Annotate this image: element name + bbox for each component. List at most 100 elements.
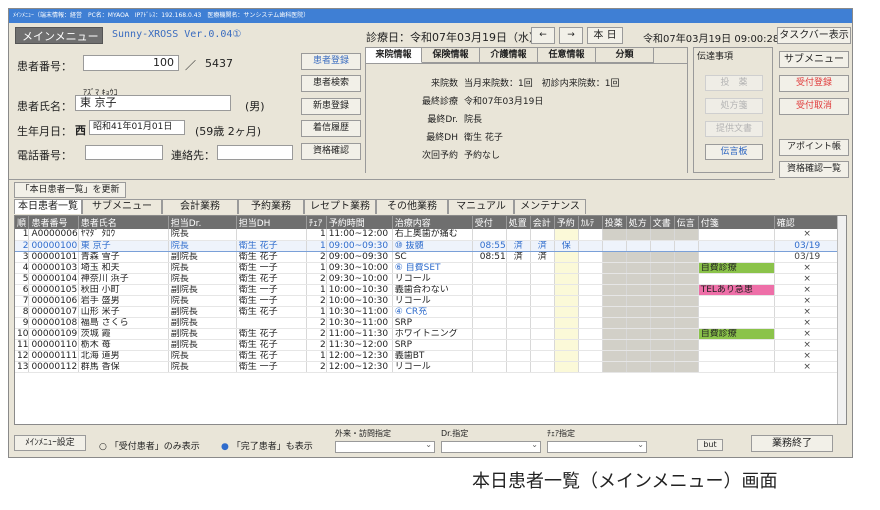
column-header[interactable]: 患者番号 [28,216,79,229]
table-row[interactable]: 7 00000106 岩手 盛男 院長 衛生 一子 2 10:00~10:30 リコール × [15,295,841,307]
column-header[interactable]: ﾁｪｱ [306,216,327,229]
next-day-button[interactable]: → [559,27,583,44]
column-header[interactable]: 受付 [472,216,507,229]
birthdate-field[interactable]: 昭和41年01月01日 [89,120,185,135]
column-header[interactable]: 順 [15,216,30,229]
refresh-list-button[interactable]: 「本日患者一覧」を更新 [14,182,126,198]
patient-search-button[interactable]: 患者検索 [301,75,361,92]
table-row[interactable]: 2 00000100 東 京子 院長 衛生 花子 1 09:00~09:30 ⑩ 抜髄 08:5… [15,239,841,252]
tab-accounting[interactable]: 会計業務 [162,199,238,214]
column-header[interactable]: 担当DH [236,216,307,229]
radio-reception-only[interactable]: ○ 「受付患者」のみ表示 [99,439,200,452]
table-cell [530,295,555,307]
tab-today-patients[interactable]: 本日患者一覧 [14,199,82,214]
table-row[interactable]: 8 00000107 山形 米子 副院長 衛生 花子 1 10:30~11:00 ④ CR充 × [15,306,841,318]
tab-care-info[interactable]: 介護情報 [480,48,538,63]
table-cell: 09:00~09:30 [326,251,393,263]
table-cell [602,273,627,285]
column-header[interactable]: 伝言 [674,216,699,229]
table-cell: 副院長 [168,284,237,296]
column-header[interactable]: 処置 [506,216,531,229]
filter-chair-dropdown[interactable]: ⌄ [547,440,647,453]
qualification-check-button[interactable]: 資格確認 [301,143,361,160]
filter-visit-label: 外来・訪問指定 [335,429,391,438]
column-header[interactable]: ｶﾙﾃ [578,216,603,229]
table-row[interactable]: 4 00000103 埼玉 和夫 院長 衛生 一子 1 09:30~10:00 ⑥ 自費SET… [15,262,841,274]
tab-insurance-info[interactable]: 保険情報 [422,48,480,63]
table-row[interactable]: 6 00000105 秋田 小町 副院長 衛生 一子 1 10:00~10:30 義歯合わない… [15,284,841,296]
call-history-button[interactable]: 着信履歴 [301,120,361,137]
column-header[interactable]: 会計 [530,216,555,229]
filter-dr-dropdown[interactable]: ⌄ [441,440,541,453]
reception-register-button[interactable]: 受付登録 [779,75,849,92]
tab-manual[interactable]: マニュアル [448,199,514,214]
table-cell [650,317,675,329]
era-selector[interactable]: 西 [75,122,86,138]
patient-no-field[interactable]: 100 [83,55,179,71]
message-board-button[interactable]: 伝言板 [705,144,763,160]
table-cell: 12:00~12:30 [326,350,393,362]
tab-category[interactable]: 分類 [596,48,654,63]
column-header[interactable]: 患者氏名 [78,216,169,229]
table-cell: 院長 [168,295,237,307]
tab-optional-info[interactable]: 任意情報 [538,48,596,63]
table-cell: 保 [554,239,579,252]
table-row[interactable]: 11 00000110 栃木 苺副院長 衛生 花子 2 11:30~12:00 SRP × [15,339,841,351]
table-row[interactable]: 3 00000101 青森 雪子 副院長 衛生 花子 2 09:00~09:30 SC 08:5… [15,251,841,263]
submenu-button[interactable]: サブメニュー [779,51,849,68]
column-header[interactable]: 処方 [626,216,651,229]
table-row[interactable]: 5 00000104 神奈川 浜子 院長 衛生 花子 2 09:30~10:00 リコール × [15,273,841,285]
table-cell [650,339,675,351]
appointment-book-button[interactable]: アポイント帳 [779,139,849,156]
table-cell: 12 [15,350,30,362]
column-header[interactable]: 担当Dr. [168,216,237,229]
table-cell [602,361,627,373]
table-cell: 衛生 一子 [236,361,307,373]
column-header[interactable]: 確認 [774,216,841,229]
table-row[interactable]: 12 00000111 北海 道男 院長 衛生 花子 1 12:00~12:30 義歯BT × [15,350,841,362]
column-header[interactable]: 予約 [554,216,579,229]
taskbar-toggle-button[interactable]: タスクバー表示 [777,27,851,44]
prescription-button[interactable]: 処方箋 [705,98,763,114]
table-cell [554,361,579,373]
reception-cancel-button[interactable]: 受付取消 [779,98,849,115]
prev-day-button[interactable]: ← [531,27,555,44]
today-button[interactable]: 本 日 [587,27,623,44]
tab-other-work[interactable]: その他業務 [376,199,448,214]
table-scrollbar[interactable] [837,216,846,424]
table-cell: 03/19 [774,251,841,263]
patient-name-field[interactable]: 東 京子 [75,95,231,111]
table-row[interactable]: 10 00000109 茨城 霞副院長 衛生 花子 2 11:00~11:30 ホワイトニン… [15,328,841,340]
table-cell: 栃木 苺 [78,339,169,351]
table-cell: × [774,350,841,362]
tab-visit-info[interactable]: 来院情報 [366,48,422,63]
document-button[interactable]: 提供文書 [705,121,763,137]
medication-button[interactable]: 投 薬 [705,75,763,91]
column-header[interactable]: 投薬 [602,216,627,229]
tab-maintenance[interactable]: メンテナンス [514,199,586,214]
radio-include-completed[interactable]: ● 「完了患者」も表示 [221,439,313,452]
contact-field[interactable] [217,145,293,160]
table-cell: 衛生 花子 [236,239,307,252]
column-header[interactable]: 予約時間 [326,216,393,229]
table-cell: 10:00~10:30 [326,295,393,307]
patient-register-button[interactable]: 患者登録 [301,53,361,70]
tel-field[interactable] [85,145,163,160]
menu-settings-button[interactable]: ﾒｲﾝﾒﾆｭｰ設定 [14,435,86,451]
filter-visit-dropdown[interactable]: ⌄ [335,440,435,453]
tab-submenu[interactable]: サブメニュー [82,199,162,214]
end-work-button[interactable]: 業務終了 [751,435,833,452]
tab-reservation[interactable]: 予約業務 [238,199,304,214]
but-button[interactable]: but [697,439,723,451]
tab-receipt[interactable]: レセプト業務 [304,199,376,214]
new-patient-button[interactable]: 新患登録 [301,98,361,115]
table-row[interactable]: 13 00000112 群馬 香保 院長 衛生 一子 2 12:00~12:30 リコール × [15,361,841,373]
table-cell: 東 京子 [78,239,169,252]
column-header[interactable]: 治療内容 [392,216,473,229]
column-header[interactable]: 付箋 [698,216,775,229]
patient-total: 5437 [205,57,233,70]
column-header[interactable]: 文書 [650,216,675,229]
table-row[interactable]: 1 A0000006 ﾔﾏﾀﾞ ﾀﾛｳ 院長 1 11:00~12:00 右上奥歯が痛む × [15,229,841,241]
qualification-list-button[interactable]: 資格確認一覧 [779,161,849,178]
table-row[interactable]: 9 00000108 福島 さくら 副院長 2 10:30~11:00 SRP × [15,317,841,329]
